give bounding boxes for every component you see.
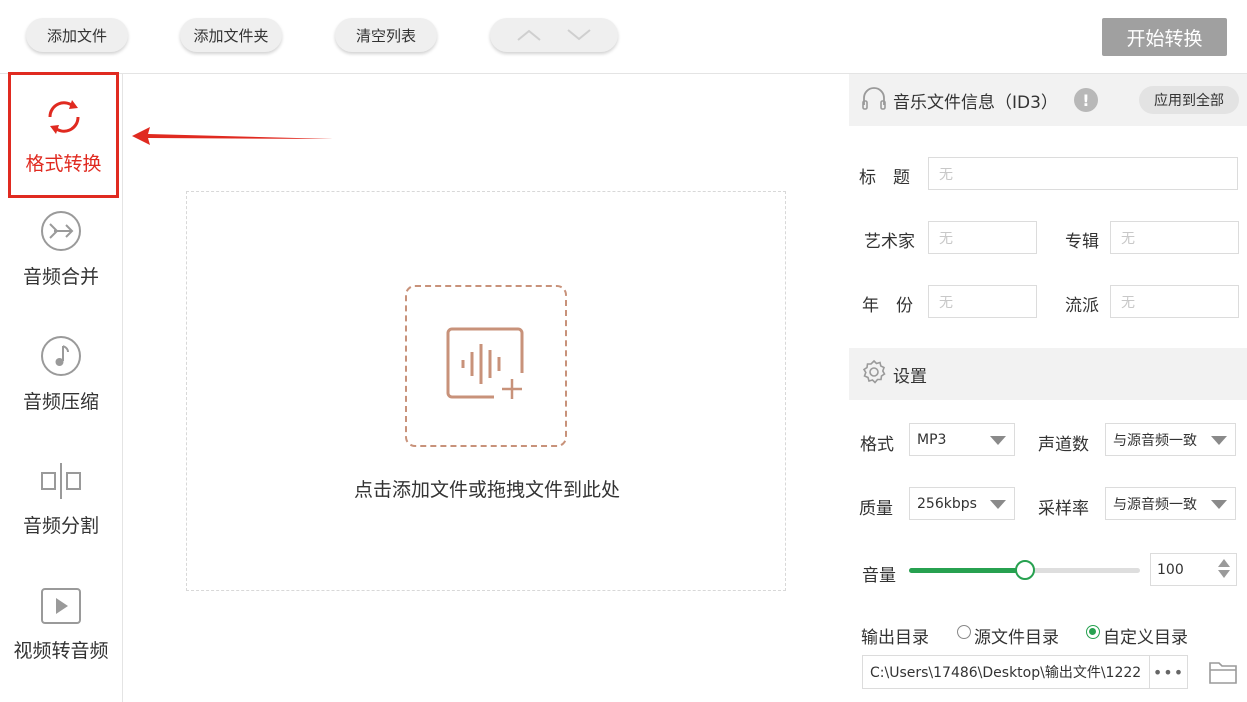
format-value: MP3 <box>917 431 947 448</box>
music-note-icon <box>40 335 82 377</box>
title-label: 标 题 <box>859 168 910 188</box>
volume-slider-thumb[interactable] <box>1015 560 1035 580</box>
add-folder-button[interactable]: 添加文件夹 <box>180 18 282 52</box>
volume-slider[interactable] <box>909 560 1140 580</box>
sidebar-item-format-convert[interactable]: 格式转换 <box>8 72 119 198</box>
chevron-down-icon <box>990 436 1006 445</box>
output-path-field[interactable]: C:\Users\17486\Desktop\输出文件\1222 ••• <box>862 655 1188 689</box>
custom-dir-radio[interactable] <box>1086 625 1100 639</box>
sidebar-item-label: 视频转音频 <box>13 639 109 662</box>
toolbar: 添加文件 添加文件夹 清空列表 开始转换 <box>0 0 1247 74</box>
samplerate-value: 与源音频一致 <box>1113 496 1197 513</box>
channels-label: 声道数 <box>1038 435 1089 455</box>
chevron-up-icon[interactable] <box>516 28 542 42</box>
gear-icon <box>861 359 887 389</box>
browse-dots-button[interactable]: ••• <box>1149 656 1187 688</box>
sidebar-item-label: 格式转换 <box>25 152 102 175</box>
artist-field[interactable]: 无 <box>928 221 1037 254</box>
start-convert-button[interactable]: 开始转换 <box>1102 18 1227 56</box>
samplerate-select[interactable]: 与源音频一致 <box>1105 487 1236 520</box>
chevron-down-icon[interactable] <box>566 28 592 42</box>
apply-to-all-button[interactable]: 应用到全部 <box>1139 86 1239 114</box>
spin-up-icon[interactable] <box>1218 559 1230 567</box>
sidebar-item-audio-split[interactable]: 音频分割 <box>0 436 122 562</box>
samplerate-label: 采样率 <box>1038 499 1089 519</box>
output-dir-label: 输出目录 <box>861 628 929 648</box>
custom-dir-label: 自定义目录 <box>1103 628 1188 648</box>
album-field[interactable]: 无 <box>1110 221 1239 254</box>
format-select[interactable]: MP3 <box>909 423 1015 456</box>
headphones-icon <box>861 85 887 115</box>
spin-down-icon[interactable] <box>1218 570 1230 578</box>
format-label: 格式 <box>860 435 894 455</box>
split-icon <box>40 461 82 501</box>
sidebar: 格式转换 音频合并 音频压缩 音频分割 视频转音频 <box>0 72 123 702</box>
volume-value: 100 <box>1157 561 1184 578</box>
album-label: 专辑 <box>1065 232 1099 252</box>
chevron-down-icon <box>1211 500 1227 509</box>
quality-value: 256kbps <box>917 495 977 512</box>
sidebar-item-label: 音频压缩 <box>22 390 99 413</box>
sidebar-item-video-to-audio[interactable]: 视频转音频 <box>0 561 122 687</box>
source-dir-radio[interactable] <box>957 625 971 639</box>
move-up-down-control <box>490 18 618 52</box>
drop-zone[interactable]: 点击添加文件或拖拽文件到此处 <box>186 191 786 591</box>
add-audio-box[interactable] <box>405 285 567 447</box>
play-icon <box>40 586 82 626</box>
settings-section-title: 设置 <box>893 366 927 387</box>
sidebar-item-audio-compress[interactable]: 音频压缩 <box>0 311 122 437</box>
sidebar-item-label: 音频合并 <box>22 265 99 288</box>
app-window: 添加文件 添加文件夹 清空列表 开始转换 格式转换 音频合并 音频压缩 音频分割… <box>0 0 1247 702</box>
year-field[interactable]: 无 <box>928 285 1037 318</box>
chevron-down-icon <box>990 500 1006 509</box>
add-file-button[interactable]: 添加文件 <box>26 18 128 52</box>
output-path-text: C:\Users\17486\Desktop\输出文件\1222 <box>870 665 1142 681</box>
sidebar-item-label: 音频分割 <box>22 514 99 537</box>
sidebar-item-audio-merge[interactable]: 音频合并 <box>0 186 122 312</box>
year-label: 年 份 <box>862 296 913 316</box>
genre-field[interactable]: 无 <box>1110 285 1239 318</box>
artist-label: 艺术家 <box>864 232 915 252</box>
audio-add-icon <box>446 327 526 405</box>
volume-slider-fill <box>909 568 1025 573</box>
id3-section-title: 音乐文件信息（ID3） <box>893 92 1058 113</box>
volume-spinbox[interactable]: 100 <box>1150 553 1237 586</box>
settings-section-header: 设置 <box>849 348 1247 400</box>
title-field[interactable]: 无 <box>928 157 1238 190</box>
channels-value: 与源音频一致 <box>1113 432 1197 449</box>
folder-icon[interactable] <box>1208 659 1238 689</box>
quality-select[interactable]: 256kbps <box>909 487 1015 520</box>
chevron-down-icon <box>1211 436 1227 445</box>
refresh-icon <box>42 95 86 139</box>
volume-label: 音量 <box>862 566 896 586</box>
quality-label: 质量 <box>859 499 893 519</box>
merge-icon <box>40 210 82 252</box>
drop-hint-text: 点击添加文件或拖拽文件到此处 <box>353 479 620 501</box>
channels-select[interactable]: 与源音频一致 <box>1105 423 1236 456</box>
settings-panel: 音乐文件信息（ID3） ! 应用到全部 标 题 无 艺术家 无 专辑 无 年 份… <box>849 74 1247 702</box>
spin-arrows <box>1218 559 1230 578</box>
id3-section-header: 音乐文件信息（ID3） ! 应用到全部 <box>849 74 1247 126</box>
source-dir-label: 源文件目录 <box>974 628 1059 648</box>
genre-label: 流派 <box>1065 296 1099 316</box>
clear-list-button[interactable]: 清空列表 <box>335 18 437 52</box>
annotation-arrow <box>132 127 334 145</box>
info-icon[interactable]: ! <box>1073 88 1098 112</box>
